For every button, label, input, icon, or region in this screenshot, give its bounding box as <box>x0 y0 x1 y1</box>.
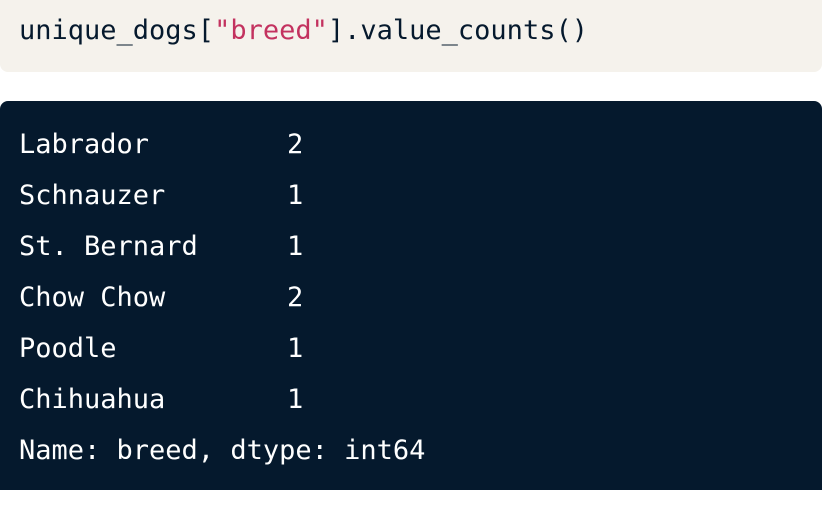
breed-label: Poodle <box>19 333 117 364</box>
breed-label: Chow Chow <box>19 282 166 313</box>
code-string-literal: "breed" <box>214 15 328 46</box>
code-prefix: unique_dogs[ <box>19 15 215 46</box>
breed-count: 2 <box>287 282 304 313</box>
code-suffix: ].value_counts() <box>327 15 588 46</box>
breed-label: Schnauzer <box>19 180 166 211</box>
code-line: unique_dogs["breed"].value_counts() <box>19 12 588 50</box>
breed-label: Chihuahua <box>19 384 166 415</box>
breed-count: 1 <box>287 231 304 262</box>
breed-count: 1 <box>287 384 304 415</box>
breed-count: 2 <box>287 129 304 160</box>
code-cell[interactable]: unique_dogs["breed"].value_counts() <box>0 0 822 72</box>
breed-label: Labrador <box>19 129 150 160</box>
output-cell: Labrador 2 Schnauzer 1 St. Bernard 1 Cho… <box>0 101 822 490</box>
breed-count: 1 <box>287 333 304 364</box>
breed-count: 1 <box>287 180 304 211</box>
output-footer: Name: breed, dtype: int64 <box>19 435 426 466</box>
breed-label: St. Bernard <box>19 231 198 262</box>
